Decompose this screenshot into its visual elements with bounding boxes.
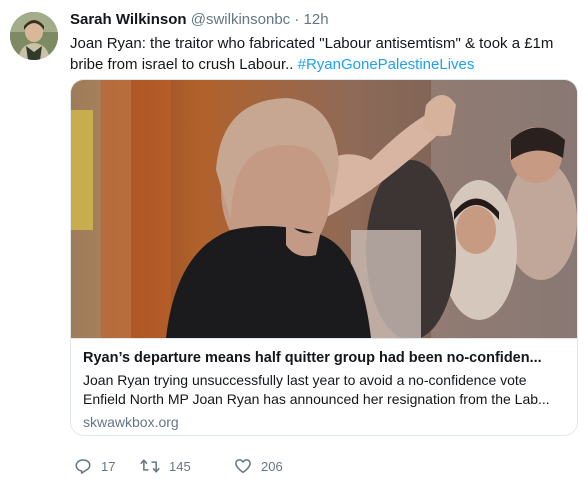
link-card[interactable]: Ryan’s departure means half quitter grou… (70, 79, 578, 436)
retweet-button[interactable]: 145 (140, 456, 191, 476)
retweet-count: 145 (169, 458, 191, 474)
card-description-line-1: Joan Ryan trying unsuccessfully last yea… (83, 372, 527, 388)
card-domain: skwawkbox.org (83, 414, 179, 430)
author-name[interactable]: Sarah Wilkinson (70, 11, 187, 28)
tweet-text: Joan Ryan: the traitor who fabricated "L… (70, 33, 570, 75)
reply-button[interactable]: 17 (74, 456, 115, 476)
separator-dot: · (294, 11, 300, 28)
hashtag-link[interactable]: #RyanGonePalestineLives (298, 56, 475, 73)
card-title[interactable]: Ryan’s departure means half quitter grou… (83, 348, 565, 368)
author-handle[interactable]: @swilkinsonbc (191, 11, 290, 28)
card-body[interactable]: Ryan’s departure means half quitter grou… (71, 338, 577, 435)
reply-icon (75, 459, 91, 474)
like-button[interactable]: 206 (234, 456, 283, 476)
tweet[interactable]: Sarah Wilkinson @swilkinsonbc · 12h Joan… (0, 0, 588, 484)
timestamp[interactable]: 12h (304, 11, 329, 28)
card-description-line-2: Enfield North MP Joan Ryan has announced… (83, 391, 550, 407)
like-icon (235, 459, 251, 474)
reply-count: 17 (101, 458, 116, 474)
tweet-header: Sarah Wilkinson @swilkinsonbc · 12h (70, 10, 329, 30)
retweet-icon (140, 459, 160, 473)
card-image[interactable] (71, 80, 577, 338)
avatar[interactable] (10, 12, 58, 60)
like-count: 206 (261, 458, 283, 474)
